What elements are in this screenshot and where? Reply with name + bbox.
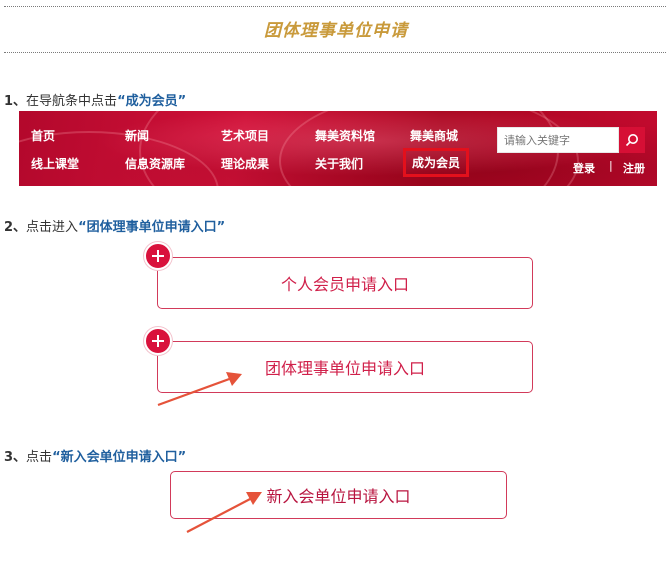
search-button[interactable] (619, 127, 645, 153)
step-number: 2、 (4, 220, 27, 235)
nav-item-resources[interactable]: 信息资源库 (125, 155, 185, 172)
nav-item-mall[interactable]: 舞美商城 (410, 127, 458, 144)
step-1: 1、在导航条中点击“成为会员” (4, 90, 186, 109)
step-number: 3、 (4, 450, 27, 465)
nav-item-archive[interactable]: 舞美资料馆 (315, 127, 375, 144)
title-divider (4, 52, 666, 53)
new-member-button[interactable]: 新入会单位申请入口 (170, 471, 507, 519)
nav-item-home[interactable]: 首页 (31, 127, 55, 144)
plus-icon (144, 327, 172, 355)
register-link[interactable]: 注册 (623, 160, 645, 176)
personal-member-button[interactable]: 个人会员申请入口 (157, 257, 533, 309)
step-text: 点击 (26, 450, 53, 465)
nav-item-theory[interactable]: 理论成果 (221, 155, 269, 172)
nav-item-online-class[interactable]: 线上课堂 (31, 155, 79, 172)
step-highlight: “成为会员” (117, 94, 187, 109)
top-divider (4, 6, 666, 7)
group-member-button[interactable]: 团体理事单位申请入口 (157, 341, 533, 393)
search-icon (625, 134, 638, 147)
step-text: 点击进入 (26, 220, 79, 235)
nav-bar: 首页 新闻 艺术项目 舞美资料馆 舞美商城 线上课堂 信息资源库 理论成果 关于… (19, 111, 657, 186)
nav-item-art-projects[interactable]: 艺术项目 (221, 127, 269, 144)
page-title: 团体理事单位申请 (264, 21, 408, 41)
nav-item-news[interactable]: 新闻 (125, 127, 149, 144)
new-member-label: 新入会单位申请入口 (266, 487, 411, 506)
step-text: 在导航条中点击 (26, 94, 118, 109)
personal-member-label: 个人会员申请入口 (280, 275, 409, 294)
step-3: 3、点击“新入会单位申请入口” (4, 446, 186, 465)
search-input[interactable] (497, 127, 619, 153)
login-divider: | (609, 159, 613, 172)
step-number: 1、 (4, 94, 27, 109)
plus-icon (144, 242, 172, 270)
step-highlight: “新入会单位申请入口” (52, 450, 187, 465)
step-highlight: “团体理事单位申请入口” (78, 220, 226, 235)
nav-item-about[interactable]: 关于我们 (315, 155, 363, 172)
group-member-label: 团体理事单位申请入口 (264, 359, 425, 378)
login-link[interactable]: 登录 (573, 160, 595, 176)
step-2: 2、点击进入“团体理事单位申请入口” (4, 216, 225, 235)
nav-item-become-member[interactable]: 成为会员 (403, 148, 470, 177)
